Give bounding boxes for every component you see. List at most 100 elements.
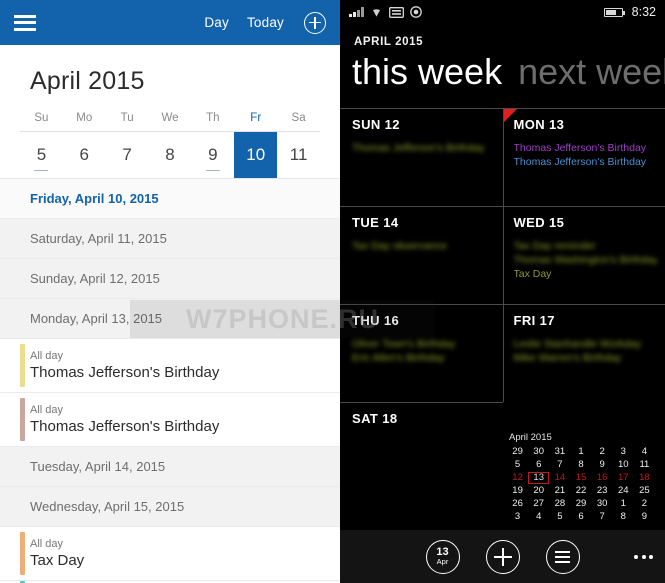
agenda-day-header[interactable]: Wednesday, April 15, 2015 [0,487,340,527]
mini-calendar-day[interactable]: 30 [528,446,549,458]
day-cell-event[interactable]: Mike Warren's Birthday [514,351,658,365]
mini-calendar-day[interactable]: 19 [507,485,528,497]
agenda-day-label: Monday, April 13, 2015 [30,311,163,326]
pivot-this-week[interactable]: this week [352,50,502,94]
day-cell-event[interactable]: Thomas Jefferson's Birthday [514,141,658,155]
agenda-accent-bar [20,398,25,441]
agenda-event-row[interactable]: All day Thomas Jefferson's Birthday [0,339,340,393]
agenda-event-title: Thomas Jefferson's Birthday [30,417,220,435]
mini-calendar-grid[interactable]: 29 30 31 1 2 3 4 5 6 7 8 9 10 11 12 13 14 15 16 17 18 19 20 21 2… [507,446,655,523]
hamburger-icon[interactable] [14,14,36,31]
agenda-day-header[interactable]: Sunday, April 12, 2015 [0,259,340,299]
date-cell-11[interactable]: 11 [277,132,320,178]
mini-calendar-day[interactable]: 28 [549,498,570,510]
day-cell-title: SAT 18 [352,411,398,426]
agenda-event-row[interactable]: All day Tax Day [0,527,340,581]
day-cell-fri-17[interactable]: FRI 17 Leslie Stanhandle Workday Mike Warr… [502,304,665,402]
mini-calendar-day[interactable]: 31 [549,446,570,458]
day-cell-event[interactable]: Thomas Jefferson's Birthday [352,141,495,155]
plus-icon[interactable] [485,539,520,574]
agenda-view-icon[interactable] [545,539,580,574]
agenda-day-header[interactable]: Monday, April 13, 2015 [0,299,340,339]
mini-calendar-day[interactable]: 6 [570,511,591,523]
mini-calendar-day[interactable]: 8 [570,459,591,471]
mini-calendar-day[interactable]: 11 [634,459,655,471]
mini-calendar-day[interactable]: 17 [613,472,634,484]
mini-calendar-day[interactable]: 1 [570,446,591,458]
mini-calendar-day[interactable]: 2 [592,446,613,458]
day-cell-thu-16[interactable]: THU 16 Oliver Town's Birthday Eric Allen's… [340,304,503,402]
day-cell-sun-12[interactable]: SUN 12 Thomas Jefferson's Birthday [340,108,503,206]
mini-calendar-day[interactable]: 9 [592,459,613,471]
day-cell-event[interactable]: Tax Day reminder [514,239,658,253]
mini-calendar-day[interactable]: 21 [549,485,570,497]
mini-calendar-day[interactable]: 24 [613,485,634,497]
mini-calendar-day[interactable]: 13 [528,472,550,484]
today-date-button[interactable]: 13 Apr [425,539,460,574]
status-clock: 8:32 [631,5,656,19]
mini-calendar-day[interactable]: 27 [528,498,549,510]
plus-circle-icon[interactable] [304,11,326,34]
mini-calendar-day[interactable]: 4 [528,511,549,523]
day-cell-event[interactable]: Thomas Washington's Birthday [514,253,658,267]
mini-calendar-day[interactable]: 8 [613,511,634,523]
pivot-next-week[interactable]: next week [518,50,665,94]
phone-calendar-pane: 8:32 APRIL 2015 this week next week SUN 1… [340,0,665,583]
mini-calendar-day[interactable]: 4 [634,446,655,458]
agenda-event-row[interactable]: All day Thomas Jefferson's Birthday [0,393,340,447]
day-cell-mon-13[interactable]: MON 13 Thomas Jefferson's Birthday Thomas … [502,108,665,206]
mini-calendar-day[interactable]: 5 [507,459,528,471]
mini-calendar-day[interactable]: 10 [613,459,634,471]
mini-calendar-day[interactable]: 18 [634,472,655,484]
day-cell-event[interactable]: Thomas Jefferson's Birthday [514,155,658,169]
day-cell-event[interactable]: Leslie Stanhandle Workday [514,337,658,351]
day-cell-event[interactable]: Tax Day [514,267,658,281]
mini-calendar-day[interactable]: 26 [507,498,528,510]
day-cell-event[interactable]: Oliver Town's Birthday [352,337,495,351]
date-cell-7[interactable]: 7 [106,132,149,178]
mini-calendar-day[interactable]: 3 [507,511,528,523]
date-cell-9[interactable]: 9 [191,132,234,178]
agenda-day-header[interactable]: Tuesday, April 14, 2015 [0,447,340,487]
date-cell-5[interactable]: 5 [20,132,63,178]
view-day-button[interactable]: Day [204,15,229,30]
date-strip[interactable]: 5 6 7 8 9 10 11 [0,132,340,178]
date-cell-8[interactable]: 8 [149,132,192,178]
mini-calendar-day[interactable]: 3 [613,446,634,458]
mini-calendar-day[interactable]: 16 [592,472,613,484]
day-cell-event[interactable]: Tax Day observance [352,239,495,253]
pivot-header[interactable]: this week next week [340,48,665,108]
today-button[interactable]: Today [247,15,284,30]
agenda-day-header[interactable]: Saturday, April 11, 2015 [0,219,340,259]
mini-calendar-day[interactable]: 6 [528,459,549,471]
mini-calendar-day[interactable]: 22 [570,485,591,497]
day-cell-sat-18[interactable]: SAT 18 [340,402,503,500]
mini-calendar-day[interactable]: 2 [634,498,655,510]
ellipsis-icon[interactable] [634,554,653,559]
mini-calendar-day[interactable]: 7 [592,511,613,523]
day-cell-tue-14[interactable]: TUE 14 Tax Day observance [340,206,503,304]
mini-calendar-day[interactable]: 30 [592,498,613,510]
agenda-list[interactable]: Friday, April 10, 2015 Saturday, April 11… [0,179,340,581]
mini-calendar-day[interactable]: 14 [549,472,570,484]
day-cell-event[interactable]: Eric Allen's Birthday [352,351,495,365]
weekday-header-su: Su [34,112,49,124]
date-cell-10[interactable]: 10 [234,132,278,178]
mini-calendar-day[interactable]: 5 [549,511,570,523]
mini-calendar-day[interactable]: 20 [528,485,549,497]
mini-calendar-day[interactable]: 12 [507,472,528,484]
agenda-event-title: Tax Day [30,551,85,569]
mini-calendar-day[interactable]: 25 [634,485,655,497]
agenda-day-header[interactable]: Friday, April 10, 2015 [0,179,340,219]
phone-app-title: APRIL 2015 [354,36,424,48]
mini-calendar-day[interactable]: 15 [570,472,591,484]
mini-calendar-day[interactable]: 7 [549,459,570,471]
day-cell-wed-15[interactable]: WED 15 Tax Day reminder Thomas Washington'… [502,206,665,304]
mini-calendar-day[interactable]: 1 [613,498,634,510]
mini-calendar-day[interactable]: 9 [634,511,655,523]
mini-calendar-day[interactable]: 23 [592,485,613,497]
date-cell-6[interactable]: 6 [63,132,106,178]
mini-calendar[interactable]: April 2015 29 30 31 1 2 3 4 5 6 7 8 9 10 11 12 13 14 15 16… [501,428,661,527]
mini-calendar-day[interactable]: 29 [507,446,528,458]
mini-calendar-day[interactable]: 29 [570,498,591,510]
